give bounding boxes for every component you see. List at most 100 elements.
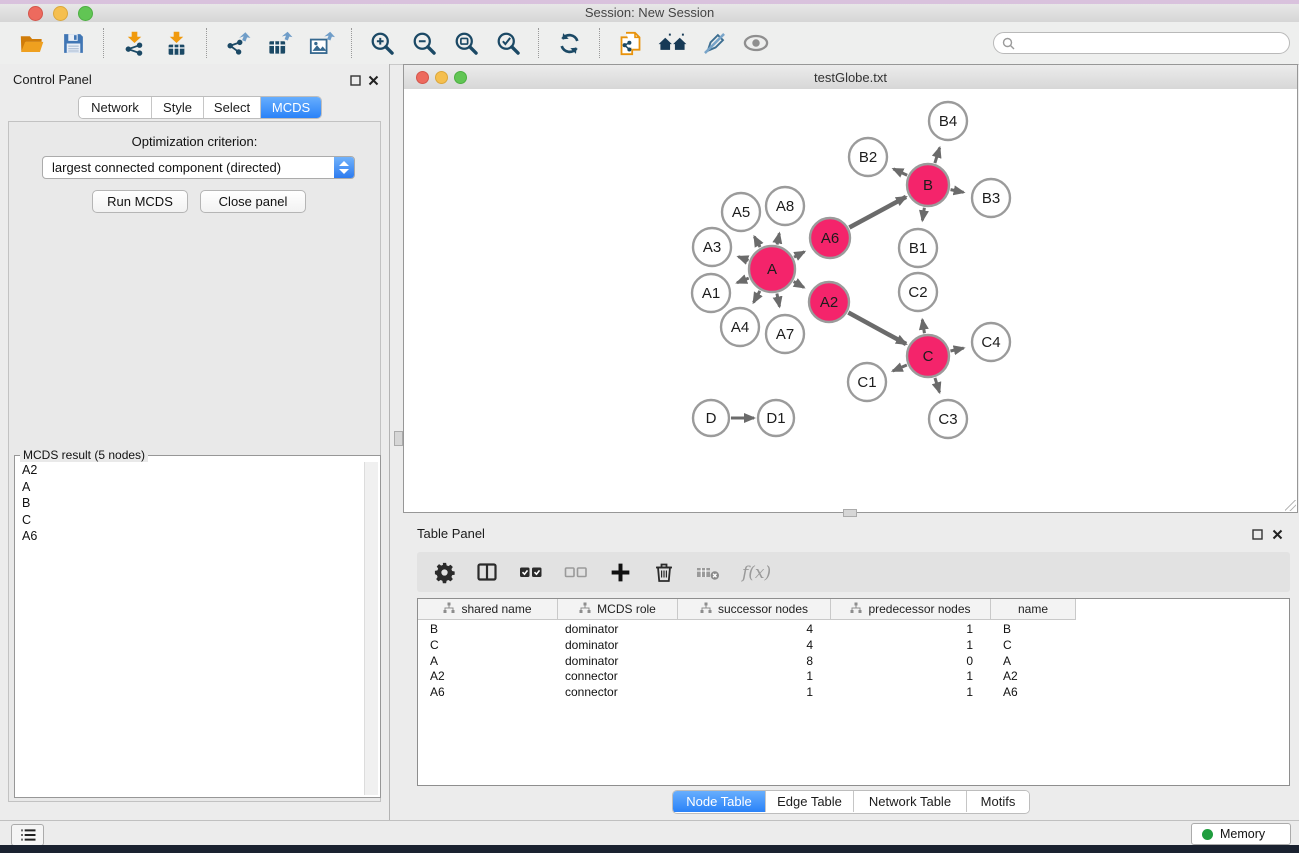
table-cell[interactable]: 1 <box>831 669 991 685</box>
table-cell[interactable]: A <box>991 654 1076 670</box>
horizontal-split-handle[interactable] <box>843 509 857 517</box>
table-cell[interactable]: C <box>991 638 1076 654</box>
table-cell[interactable]: 4 <box>678 638 831 654</box>
table-cell[interactable]: connector <box>558 685 678 701</box>
edge-C-C3[interactable] <box>935 378 940 392</box>
table-cell[interactable]: dominator <box>558 654 678 670</box>
import-table-button[interactable] <box>161 27 191 59</box>
table-cell[interactable]: 4 <box>678 622 831 638</box>
edge-A-A1[interactable] <box>737 278 749 283</box>
edge-A-A2[interactable] <box>794 282 804 288</box>
tab-edge-table[interactable]: Edge Table <box>766 791 854 812</box>
edge-A-A5[interactable] <box>754 237 760 247</box>
column-header-successor-nodes[interactable]: successor nodes <box>678 599 831 620</box>
table-close-panel-icon[interactable] <box>1272 527 1285 540</box>
table-float-panel-icon[interactable] <box>1252 527 1265 540</box>
select-all-button[interactable] <box>518 560 544 584</box>
delete-table-button[interactable] <box>695 560 721 584</box>
export-table-button[interactable] <box>264 27 294 59</box>
memory-button[interactable]: Memory <box>1191 823 1291 845</box>
zoom-selected-button[interactable] <box>493 27 523 59</box>
show-details-button[interactable] <box>741 27 771 59</box>
table-cell[interactable]: 1 <box>831 638 991 654</box>
table-cell[interactable]: A2 <box>418 669 558 685</box>
table-cell[interactable]: dominator <box>558 622 678 638</box>
import-network-button[interactable] <box>119 27 149 59</box>
table-cell[interactable]: B <box>991 622 1076 638</box>
hide-annotations-button[interactable] <box>699 27 729 59</box>
table-row[interactable]: Adominator80A <box>418 654 1289 670</box>
add-row-button[interactable] <box>608 560 633 585</box>
table-row[interactable]: A2connector11A2 <box>418 669 1289 685</box>
table-cell[interactable]: dominator <box>558 638 678 654</box>
criterion-dropdown[interactable]: largest connected component (directed) <box>42 156 355 179</box>
edge-A-A3[interactable] <box>738 257 748 261</box>
mcds-result-item[interactable]: B <box>17 495 364 512</box>
edge-C-C1[interactable] <box>893 365 907 371</box>
edge-B-B3[interactable] <box>951 190 964 193</box>
resize-grip-icon[interactable] <box>1285 500 1296 511</box>
search-box[interactable] <box>993 32 1290 54</box>
table-cell[interactable]: A6 <box>991 685 1076 701</box>
zoom-in-button[interactable] <box>367 27 397 59</box>
tab-node-table[interactable]: Node Table <box>673 791 766 812</box>
table-cell[interactable]: A <box>418 654 558 670</box>
table-cell[interactable]: B <box>418 622 558 638</box>
export-network-button[interactable] <box>222 27 252 59</box>
table-cell[interactable]: 1 <box>831 685 991 701</box>
table-cell[interactable]: C <box>418 638 558 654</box>
tab-select[interactable]: Select <box>204 97 261 118</box>
settings-gear-button[interactable] <box>433 561 456 584</box>
run-mcds-button[interactable]: Run MCDS <box>92 190 188 213</box>
home-button[interactable] <box>657 27 687 59</box>
edge-B-B1[interactable] <box>922 208 924 221</box>
table-cell[interactable]: 1 <box>678 685 831 701</box>
network-canvas[interactable]: AA1A2A3A4A5A6A7A8BB1B2B3B4CC1C2C3C4DD1 <box>404 89 1297 512</box>
mcds-result-item[interactable]: A6 <box>17 528 364 545</box>
tab-network[interactable]: Network <box>79 97 152 118</box>
zoom-fit-button[interactable] <box>451 27 481 59</box>
refresh-button[interactable] <box>554 27 584 59</box>
edge-A-A8[interactable] <box>777 233 779 244</box>
table-row[interactable]: Cdominator41C <box>418 638 1289 654</box>
float-panel-icon[interactable] <box>350 73 363 86</box>
delete-row-button[interactable] <box>652 560 676 584</box>
search-input[interactable] <box>1019 34 1281 52</box>
column-header-predecessor-nodes[interactable]: predecessor nodes <box>831 599 991 620</box>
table-cell[interactable]: 1 <box>831 622 991 638</box>
close-panel-icon[interactable] <box>368 73 381 86</box>
table-cell[interactable]: A2 <box>991 669 1076 685</box>
export-image-button[interactable] <box>306 27 336 59</box>
column-header-name[interactable]: name <box>991 599 1076 620</box>
edge-C-C2[interactable] <box>922 320 924 334</box>
table-row[interactable]: Bdominator41B <box>418 622 1289 638</box>
deselect-all-button[interactable] <box>563 560 589 584</box>
tab-style[interactable]: Style <box>152 97 204 118</box>
mcds-list-scrollbar[interactable] <box>364 462 378 795</box>
vertical-split-handle[interactable] <box>394 431 403 446</box>
edge-A2-C[interactable] <box>848 313 906 344</box>
edge-B-B2[interactable] <box>893 169 907 175</box>
table-cell[interactable]: 1 <box>678 669 831 685</box>
mcds-result-item[interactable]: A <box>17 479 364 496</box>
mcds-result-item[interactable]: C <box>17 512 364 529</box>
column-manager-button[interactable] <box>475 560 499 584</box>
table-cell[interactable]: 0 <box>831 654 991 670</box>
edge-C-C4[interactable] <box>950 348 963 351</box>
open-folder-button[interactable] <box>16 27 46 59</box>
edge-A-A4[interactable] <box>754 291 760 303</box>
column-header-MCDS-role[interactable]: MCDS role <box>558 599 678 620</box>
close-panel-button[interactable]: Close panel <box>200 190 306 213</box>
task-history-button[interactable] <box>11 824 44 846</box>
table-cell[interactable]: A6 <box>418 685 558 701</box>
tab-mcds[interactable]: MCDS <box>261 97 321 118</box>
tab-motifs[interactable]: Motifs <box>967 791 1029 812</box>
edge-A-A7[interactable] <box>777 294 780 307</box>
column-header-shared-name[interactable]: shared name <box>418 599 558 620</box>
table-cell[interactable]: 8 <box>678 654 831 670</box>
zoom-out-button[interactable] <box>409 27 439 59</box>
edge-A6-B[interactable] <box>849 197 906 228</box>
clone-network-button[interactable] <box>615 27 645 59</box>
edge-A-A6[interactable] <box>794 252 804 258</box>
table-cell[interactable]: connector <box>558 669 678 685</box>
